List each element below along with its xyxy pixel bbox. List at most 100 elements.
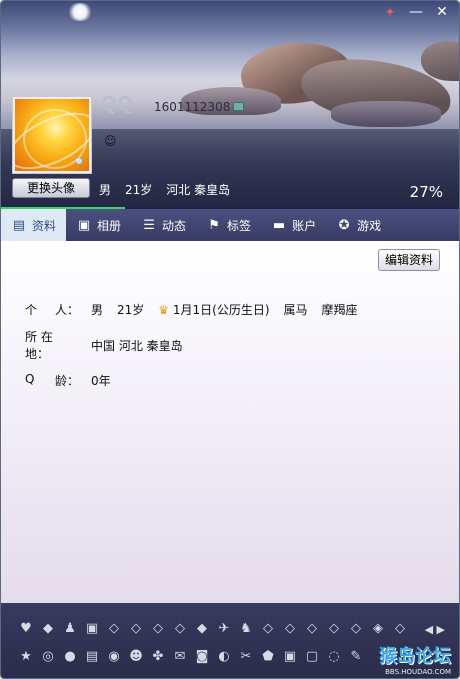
plugin-scroll-arrows[interactable]: ◀ ▶	[425, 623, 445, 636]
plugin-icon[interactable]: ▣	[83, 619, 101, 637]
plugin-icon[interactable]: ◇	[105, 619, 123, 637]
plugin-icon[interactable]: ◆	[193, 619, 211, 637]
plugin-icon[interactable]: ▣	[281, 647, 299, 665]
plugin-row: ★ ◎ ● ▤ ◉ ☻ ✤ ✉ ◙ ◐ ✂ ⬟ ▣ ▢ ◌ ✎	[17, 647, 365, 665]
id-card-icon: ▤	[12, 217, 26, 233]
plugin-icon[interactable]: ✂	[237, 647, 255, 665]
plugin-icon[interactable]: ◇	[391, 619, 409, 637]
tab-label: 资料	[32, 218, 57, 233]
personal-values: 男 21岁 ♛ 1月1日(公历生日) 属马 摩羯座	[91, 301, 358, 318]
label-part: 人：	[54, 303, 79, 317]
online-status-icon	[75, 157, 83, 165]
plugin-icon[interactable]: ✎	[347, 647, 365, 665]
plugin-icon[interactable]: ✈	[215, 619, 233, 637]
plugin-icon[interactable]: ◉	[105, 647, 123, 665]
avatar[interactable]	[12, 96, 92, 174]
plugin-icon[interactable]: ◇	[127, 619, 145, 637]
profile-window: ✦ — ✕ 更换头像 QQ 1601112308 ☺ 男 21岁 河北 秦皇岛 …	[0, 0, 460, 679]
penguin-icon[interactable]: ☺	[104, 134, 118, 148]
plugin-icon[interactable]: ◇	[281, 619, 299, 637]
crown-icon: ♛	[158, 303, 170, 317]
plugin-icon[interactable]: ⬟	[259, 647, 277, 665]
qage-label: Q 龄：	[25, 372, 91, 389]
level-icon[interactable]	[233, 102, 244, 111]
feed-icon: ☰	[143, 217, 155, 233]
watermark-logo: 猴岛论坛 BBS.HOUDAO.COM	[379, 642, 451, 676]
plugin-icon[interactable]: ◎	[39, 647, 57, 665]
moon-decoration	[67, 3, 93, 21]
age-value: 21岁	[117, 303, 145, 317]
plugin-icon[interactable]: ◐	[215, 647, 233, 665]
plugin-bar: ♥ ◆ ♟ ▣ ◇ ◇ ◇ ◇ ◆ ✈ ♞ ◇ ◇ ◇ ◇ ◇ ◈ ◇ ★ ◎ ● ▤ ◉ ☻ ✤ ✉ ◙ ◐ ✂ ⬟ ▣ ▢ ◌ ✎ ◀ ▶ …	[1, 603, 459, 678]
minimize-button[interactable]: —	[405, 4, 427, 20]
plugin-icon[interactable]: ◇	[171, 619, 189, 637]
watermark-text: 猴岛论坛	[379, 646, 451, 667]
label-part: Q	[25, 372, 35, 386]
bookmark-icon: ⚑	[208, 217, 220, 233]
label-part: 个	[25, 303, 38, 317]
personal-row: 个 人： 男 21岁 ♛ 1月1日(公历生日) 属马 摩羯座	[25, 301, 358, 318]
plugin-icon[interactable]: ●	[61, 647, 79, 665]
profile-completeness: 27%	[409, 183, 443, 201]
profile-details: 编辑资料 个 人： 男 21岁 ♛ 1月1日(公历生日) 属马 摩羯座 所 在 …	[1, 241, 459, 603]
birthday-text: 1月1日(公历生日)	[172, 303, 270, 317]
photo-icon: ▣	[77, 217, 91, 233]
location-label: 所 在 地：	[25, 328, 91, 362]
plugin-icon[interactable]: ◇	[149, 619, 167, 637]
close-button[interactable]: ✕	[431, 4, 453, 20]
tab-label: 账户	[292, 218, 317, 233]
location-values: 中国 河北 秦皇岛	[91, 328, 183, 362]
plugin-icon[interactable]: ◇	[347, 619, 365, 637]
plugin-icon[interactable]: ◆	[39, 619, 57, 637]
tab-label: 游戏	[357, 218, 382, 233]
tab-account[interactable]: ▬ 账户	[261, 209, 326, 241]
plugin-icon[interactable]: ◇	[259, 619, 277, 637]
tab-label: 标签	[227, 218, 252, 233]
change-avatar-button[interactable]: 更换头像	[12, 178, 90, 198]
nickname: QQ	[101, 93, 135, 115]
qq-number: 1601112308	[154, 100, 231, 114]
plugin-icon[interactable]: ◇	[325, 619, 343, 637]
window-controls: ✦ — ✕	[379, 4, 453, 20]
plugin-icon[interactable]: ◈	[369, 619, 387, 637]
tab-feed[interactable]: ☰ 动态	[131, 209, 196, 241]
game-icon: ✪	[338, 217, 350, 233]
plugin-icon[interactable]: ▤	[83, 647, 101, 665]
edit-profile-button[interactable]: 编辑资料	[378, 249, 440, 271]
plugin-icon[interactable]: ♟	[61, 619, 79, 637]
plugin-icon[interactable]: ◙	[193, 647, 211, 665]
plugin-icon[interactable]: ♞	[237, 619, 255, 637]
profile-tabs: ▤ 资料 ▣ 相册 ☰ 动态 ⚑ 标签 ▬ 账户 ✪ 游戏	[1, 209, 459, 247]
label-part: 所 在 地：	[25, 330, 53, 361]
gender-value: 男	[91, 303, 104, 317]
plugin-icon[interactable]: ♥	[17, 619, 35, 637]
plugin-icon[interactable]: ✉	[171, 647, 189, 665]
profile-header: ✦ — ✕ 更换头像 QQ 1601112308 ☺ 男 21岁 河北 秦皇岛 …	[1, 1, 459, 209]
skin-icon[interactable]: ✦	[379, 4, 401, 20]
location-value: 中国 河北 秦皇岛	[91, 338, 183, 353]
zodiac-value: 属马	[283, 303, 308, 317]
tab-profile[interactable]: ▤ 资料	[1, 209, 67, 247]
wallet-icon: ▬	[272, 217, 286, 233]
birthday-value: ♛ 1月1日(公历生日)	[158, 301, 269, 318]
constellation-value: 摩羯座	[321, 303, 358, 317]
plugin-icon[interactable]: ◌	[325, 647, 343, 665]
location-row: 所 在 地： 中国 河北 秦皇岛	[25, 328, 183, 362]
plugin-icon[interactable]: ☻	[127, 647, 145, 665]
tab-tags[interactable]: ⚑ 标签	[196, 209, 261, 241]
location-text: 河北 秦皇岛	[166, 183, 231, 197]
watermark-url: BBS.HOUDAO.COM	[385, 668, 451, 676]
plugin-icon[interactable]: ✤	[149, 647, 167, 665]
plugin-icon[interactable]: ◇	[303, 619, 321, 637]
tab-label: 相册	[97, 218, 122, 233]
plugin-icon[interactable]: ★	[17, 647, 35, 665]
tab-album[interactable]: ▣ 相册	[66, 209, 131, 241]
tab-label: 动态	[162, 218, 187, 233]
label-part: 龄：	[54, 374, 79, 388]
quick-info: 男 21岁 河北 秦皇岛	[99, 181, 230, 198]
plugin-icon[interactable]: ▢	[303, 647, 321, 665]
qage-row: Q 龄： 0年	[25, 372, 111, 389]
qage-value: 0年	[91, 374, 111, 388]
plugin-row: ♥ ◆ ♟ ▣ ◇ ◇ ◇ ◇ ◆ ✈ ♞ ◇ ◇ ◇ ◇ ◇ ◈ ◇	[17, 619, 409, 637]
tab-games[interactable]: ✪ 游戏	[326, 209, 391, 241]
